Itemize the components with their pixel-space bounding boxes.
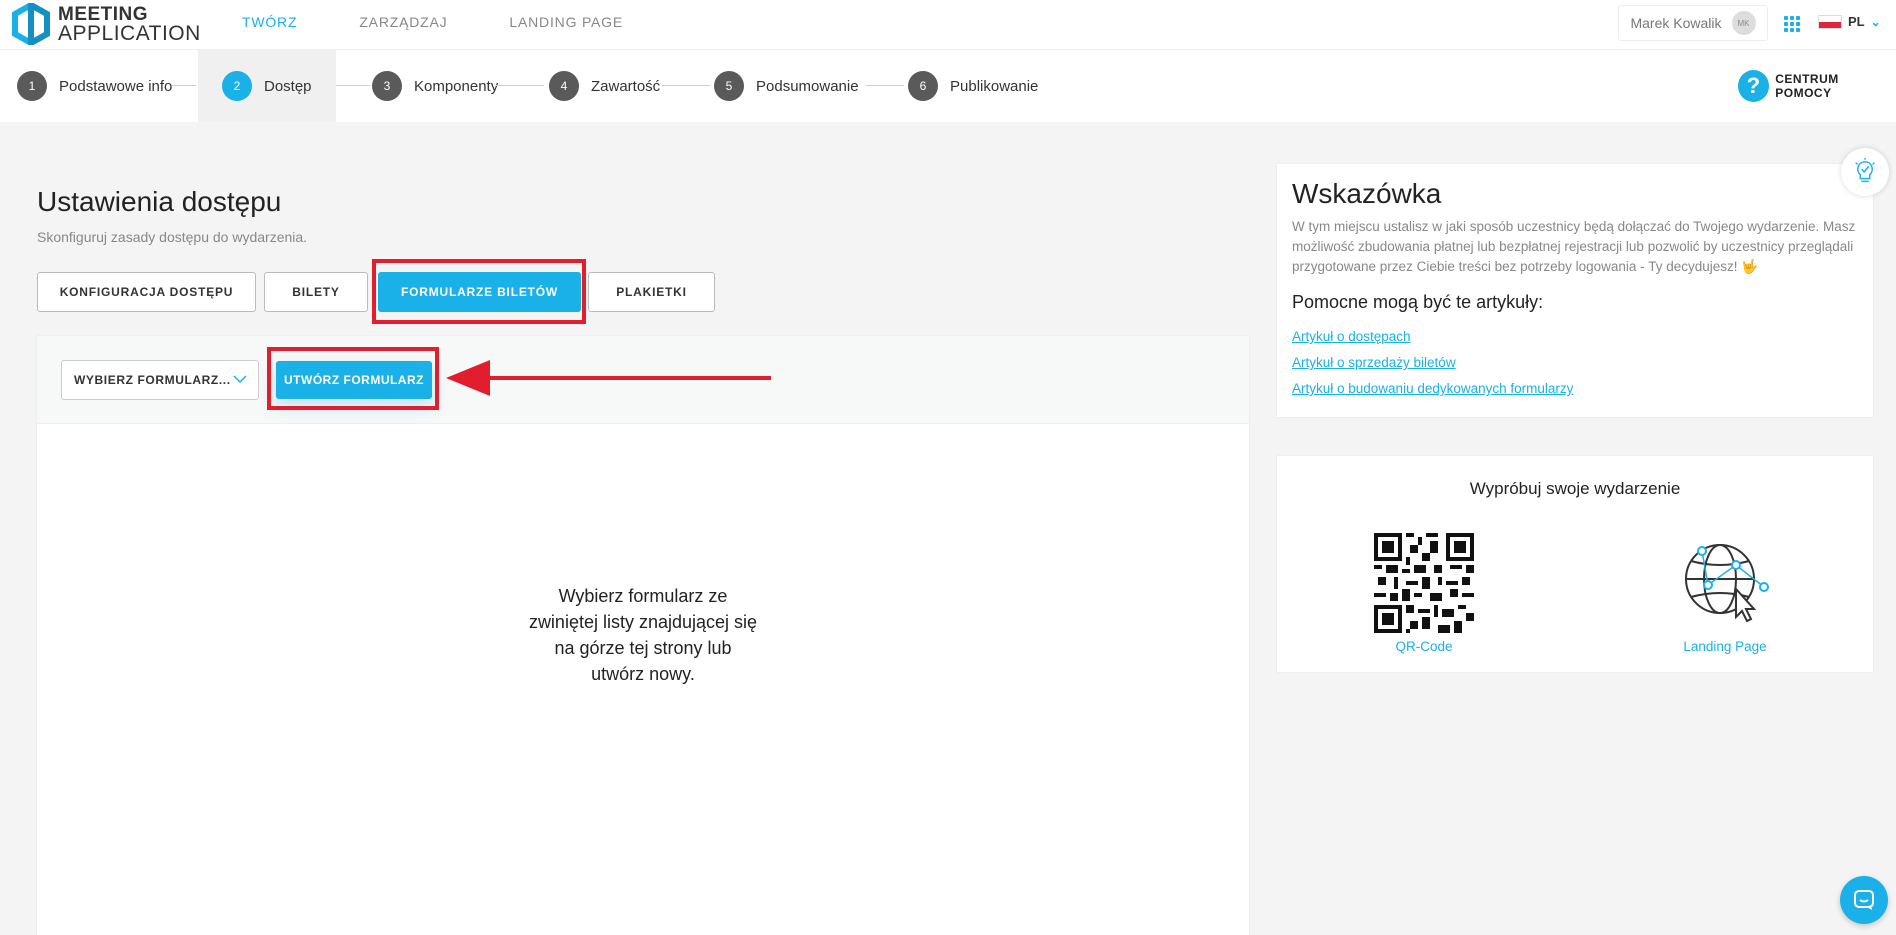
step-summary[interactable]: 5 Podsumowanie <box>714 50 859 122</box>
poland-flag-icon <box>1818 14 1842 29</box>
chat-launcher-button[interactable] <box>1840 876 1888 924</box>
form-select-label: WYBIERZ FORMULARZ... <box>74 373 231 387</box>
step-number: 6 <box>908 71 938 101</box>
chat-icon <box>1854 890 1874 910</box>
step-label: Publikowanie <box>950 77 1039 95</box>
help-center-label: CENTRUM POMOCY <box>1775 72 1839 100</box>
main-nav: TWÓRZ ZARZĄDZAJ LANDING PAGE <box>242 0 685 44</box>
user-menu[interactable]: Marek Kowalik MK <box>1618 5 1768 41</box>
globe-cursor-icon[interactable] <box>1680 541 1770 625</box>
step-number: 4 <box>549 71 579 101</box>
step-content[interactable]: 4 Zawartość <box>549 50 660 122</box>
question-icon: ? <box>1738 70 1770 102</box>
red-arrow-annotation <box>446 360 771 396</box>
forms-panel: WYBIERZ FORMULARZ... UTWÓRZ FORMULARZ Wy… <box>37 336 1249 935</box>
language-code: PL <box>1848 14 1865 29</box>
form-select[interactable]: WYBIERZ FORMULARZ... <box>61 360 259 400</box>
help-center-link[interactable]: ? CENTRUM POMOCY <box>1738 70 1896 102</box>
step-components[interactable]: 3 Komponenty <box>372 50 498 122</box>
hint-articles-title: Pomocne mogą być te artykuły: <box>1292 292 1544 312</box>
highlight-box-button <box>267 347 439 410</box>
logo[interactable]: MEETING APPLICATION <box>12 2 201 46</box>
article-link-ticket-sales[interactable]: Artykuł o sprzedaży biletów <box>1292 350 1573 376</box>
step-connector <box>172 85 196 86</box>
step-connector <box>866 85 904 86</box>
step-label: Podstawowe info <box>59 77 173 95</box>
avatar: MK <box>1731 11 1756 35</box>
tab-badges[interactable]: PLAKIETKI <box>588 272 715 312</box>
language-selector[interactable]: PL ⌄ <box>1818 14 1881 29</box>
step-access[interactable]: 2 Dostęp <box>198 50 336 122</box>
landing-page-label[interactable]: Landing Page <box>1670 639 1780 654</box>
step-label: Dostęp <box>264 77 312 95</box>
step-label: Komponenty <box>414 77 499 95</box>
tab-access-config[interactable]: KONFIGURACJA DOSTĘPU <box>37 272 256 312</box>
step-connector <box>336 85 370 86</box>
hexagon-logo-icon <box>12 3 50 45</box>
step-number: 5 <box>714 71 744 101</box>
step-label: Zawartość <box>591 77 661 95</box>
qr-code-label[interactable]: QR-Code <box>1374 639 1474 654</box>
tab-tickets[interactable]: BILETY <box>264 272 368 312</box>
step-number: 1 <box>17 71 47 101</box>
step-publishing[interactable]: 6 Publikowanie <box>908 50 1038 122</box>
chevron-down-icon <box>233 375 247 384</box>
qr-code-icon[interactable] <box>1374 533 1474 633</box>
try-event-card: Wypróbuj swoje wydarzenie QR-Code Landin… <box>1277 456 1873 672</box>
page-title: Ustawienia dostępu <box>37 186 282 217</box>
nav-landing-page[interactable]: LANDING PAGE <box>509 14 623 30</box>
highlight-box-tab <box>372 259 586 324</box>
nav-create[interactable]: TWÓRZ <box>242 14 297 30</box>
chevron-down-icon: ⌄ <box>1870 14 1881 29</box>
step-label: Podsumowanie <box>756 77 859 95</box>
hint-text: W tym miejscu ustalisz w jaki sposób ucz… <box>1292 219 1856 274</box>
wizard-stepper: 1 Podstawowe info 2 Dostęp 3 Komponenty … <box>0 50 1896 122</box>
logo-line2: APPLICATION <box>58 22 201 45</box>
step-connector <box>496 85 544 86</box>
page-subtitle: Skonfiguruj zasady dostępu do wydarzenia… <box>37 229 308 245</box>
empty-state-message: Wybierz formularz ze zwiniętej listy zna… <box>528 586 758 684</box>
try-event-title: Wypróbuj swoje wydarzenie <box>1469 479 1681 498</box>
step-number: 2 <box>222 71 252 101</box>
article-link-access[interactable]: Artykuł o dostępach <box>1292 324 1573 350</box>
user-name: Marek Kowalik <box>1630 15 1722 31</box>
hint-card: Wskazówka W tym miejscu ustalisz w jaki … <box>1277 164 1873 417</box>
top-header: MEETING APPLICATION TWÓRZ ZARZĄDZAJ LAND… <box>0 0 1896 50</box>
step-connector <box>662 85 710 86</box>
hint-title: Wskazówka <box>1292 178 1442 209</box>
hint-links: Artykuł o dostępach Artykuł o sprzedaży … <box>1292 324 1573 402</box>
article-link-custom-forms[interactable]: Artykuł o budowaniu dedykowanych formula… <box>1292 376 1573 402</box>
step-number: 3 <box>372 71 402 101</box>
step-basic-info[interactable]: 1 Podstawowe info <box>17 50 172 122</box>
nav-manage[interactable]: ZARZĄDZAJ <box>359 14 447 30</box>
apps-grid-icon[interactable] <box>1784 16 1800 32</box>
lightbulb-icon[interactable] <box>1841 148 1889 196</box>
